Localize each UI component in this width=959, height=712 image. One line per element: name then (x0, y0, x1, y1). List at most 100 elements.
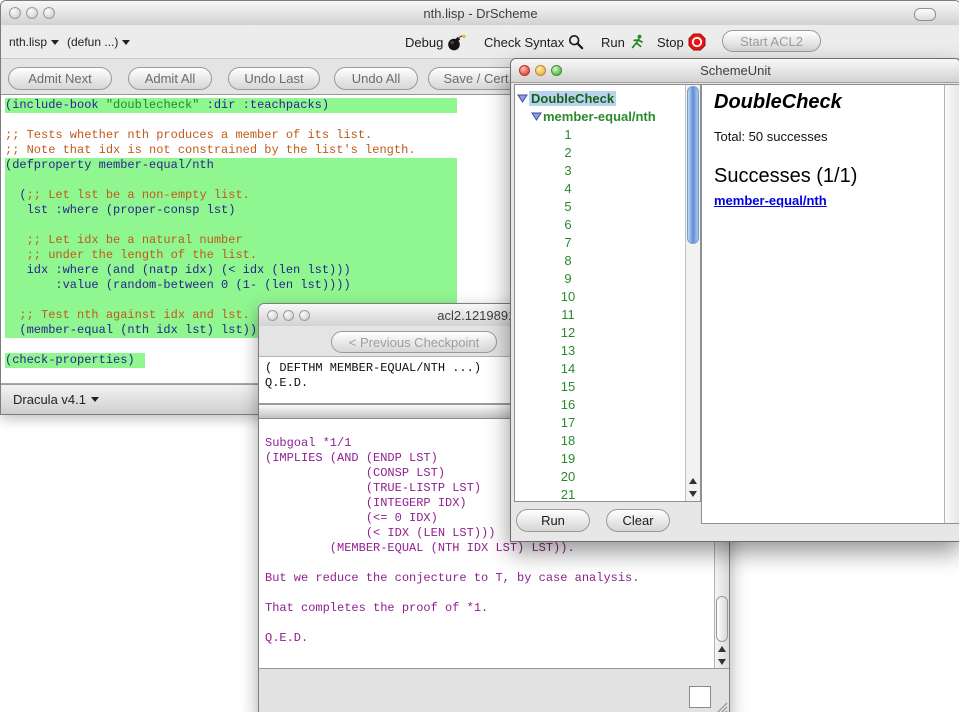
stop-label: Stop (657, 35, 684, 50)
scrollbar-thumb[interactable] (687, 86, 699, 244)
tree-item-doublecheck[interactable]: DoubleCheck (517, 89, 700, 107)
successes-heading: Successes (1/1) (714, 165, 939, 188)
tree-number-item[interactable]: 4 (517, 179, 700, 197)
previous-checkpoint-button[interactable]: < Previous Checkpoint (331, 331, 497, 353)
chevron-down-icon (122, 40, 130, 45)
window-title: SchemeUnit (511, 59, 959, 82)
results-heading: DoubleCheck (714, 91, 939, 114)
resize-grip-icon[interactable] (712, 699, 728, 712)
debug-label: Debug (405, 35, 443, 50)
close-button[interactable] (9, 7, 21, 19)
toolbar-toggle-button[interactable] (914, 8, 936, 21)
tree-number-item[interactable]: 3 (517, 161, 700, 179)
tree-number-item[interactable]: 8 (517, 251, 700, 269)
proof-line: (MEMBER-EQUAL (NTH IDX LST) LST)). (265, 541, 711, 556)
save-cert-label: Save / Cert (443, 71, 508, 86)
drscheme-titlebar[interactable]: nth.lisp - DrScheme (1, 1, 959, 26)
admit-all-button[interactable]: Admit All (128, 67, 212, 90)
proof-line: That completes the proof of *1. (265, 601, 711, 616)
window-schemeunit: SchemeUnit DoubleCheck member-equal/nth … (510, 58, 959, 542)
magnifier-icon (568, 34, 584, 50)
tree-number-item[interactable]: 11 (517, 305, 700, 323)
admit-next-button[interactable]: Admit Next (8, 67, 112, 90)
undo-all-button[interactable]: Undo All (334, 67, 418, 90)
tree-number-item[interactable]: 9 (517, 269, 700, 287)
scrollbar-thumb[interactable] (716, 596, 728, 642)
tree-number-item[interactable]: 1 (517, 125, 700, 143)
start-acl2-label: Start ACL2 (740, 34, 803, 49)
clear-label: Clear (622, 513, 653, 528)
tree-number-item[interactable]: 5 (517, 197, 700, 215)
results-scrollbar[interactable] (944, 85, 959, 523)
close-button[interactable] (519, 65, 530, 76)
undo-all-label: Undo All (352, 71, 400, 86)
tree-number-item[interactable]: 14 (517, 359, 700, 377)
tree-scrollbar[interactable] (685, 85, 700, 501)
minimize-button[interactable] (535, 65, 546, 76)
defun-menu-label: (defun ...) (67, 35, 118, 49)
undo-last-label: Undo Last (244, 71, 303, 86)
tree-number-item[interactable]: 16 (517, 395, 700, 413)
schemeunit-titlebar[interactable]: SchemeUnit (511, 59, 959, 83)
scroll-down-button[interactable] (715, 655, 729, 668)
chevron-down-icon (91, 397, 99, 402)
test-tree-pane[interactable]: DoubleCheck member-equal/nth 1 2 (514, 84, 701, 502)
tree-number-item[interactable]: 12 (517, 323, 700, 341)
scroll-up-button[interactable] (686, 474, 700, 487)
proof-line (265, 586, 711, 601)
tree-root-label: DoubleCheck (529, 91, 616, 106)
tree-number-item[interactable]: 20 (517, 467, 700, 485)
tree-number-item[interactable]: 13 (517, 341, 700, 359)
zoom-button[interactable] (299, 310, 310, 321)
debug-button[interactable]: Debug (405, 30, 466, 54)
proof-line (265, 616, 711, 631)
schemeunit-window-controls (519, 59, 562, 82)
tree-number-item[interactable]: 18 (517, 431, 700, 449)
bomb-icon (447, 34, 466, 51)
tree-number-list: 1 2 3 4 5 (517, 125, 700, 502)
stop-button[interactable]: Stop (657, 30, 706, 54)
language-menu[interactable]: Dracula v4.1 (13, 392, 99, 407)
start-acl2-button[interactable]: Start ACL2 (722, 30, 821, 52)
drscheme-toolbar: nth.lisp (defun ...) Debug (1, 25, 959, 58)
run-label: Run (601, 35, 625, 50)
defun-menu[interactable]: (defun ...) (67, 33, 130, 51)
disclosure-triangle-icon[interactable] (531, 111, 542, 121)
language-label: Dracula v4.1 (13, 392, 86, 407)
desktop: nth.lisp - DrScheme nth.lisp (defun ...)… (0, 0, 959, 712)
zoom-button[interactable] (551, 65, 562, 76)
lock-checkbox[interactable] (689, 686, 711, 708)
filename-menu[interactable]: nth.lisp (9, 33, 59, 51)
tree-item-member-equal-nth[interactable]: member-equal/nth (531, 107, 700, 125)
tree-number-item[interactable]: 6 (517, 215, 700, 233)
tree-number-item[interactable]: 10 (517, 287, 700, 305)
tree-number-item[interactable]: 2 (517, 143, 700, 161)
clear-button[interactable]: Clear (606, 509, 670, 532)
test-link[interactable]: member-equal/nth (714, 193, 827, 208)
proof-line: Q.E.D. (265, 631, 711, 646)
runner-icon (629, 34, 646, 50)
minimize-button[interactable] (283, 310, 294, 321)
chevron-down-icon (51, 40, 59, 45)
run-tests-button[interactable]: Run (516, 509, 590, 532)
tree-number-item[interactable]: 19 (517, 449, 700, 467)
close-button[interactable] (267, 310, 278, 321)
scroll-down-button[interactable] (686, 487, 700, 500)
scroll-up-button[interactable] (715, 642, 729, 655)
tree-number-item[interactable]: 7 (517, 233, 700, 251)
previous-checkpoint-label: < Previous Checkpoint (349, 335, 479, 350)
disclosure-triangle-icon[interactable] (517, 93, 528, 103)
proof-line (265, 556, 711, 571)
window-title: nth.lisp - DrScheme (1, 1, 959, 25)
check-syntax-button[interactable]: Check Syntax (484, 30, 584, 54)
run-button[interactable]: Run (601, 30, 646, 54)
undo-last-button[interactable]: Undo Last (228, 67, 320, 90)
check-syntax-label: Check Syntax (484, 35, 564, 50)
minimize-button[interactable] (26, 7, 38, 19)
zoom-button[interactable] (43, 7, 55, 19)
tree-number-item[interactable]: 15 (517, 377, 700, 395)
drscheme-window-controls (9, 1, 55, 25)
results-pane[interactable]: DoubleCheck Total: 50 successes Successe… (701, 84, 959, 524)
tree-number-item[interactable]: 21 (517, 485, 700, 502)
tree-number-item[interactable]: 17 (517, 413, 700, 431)
